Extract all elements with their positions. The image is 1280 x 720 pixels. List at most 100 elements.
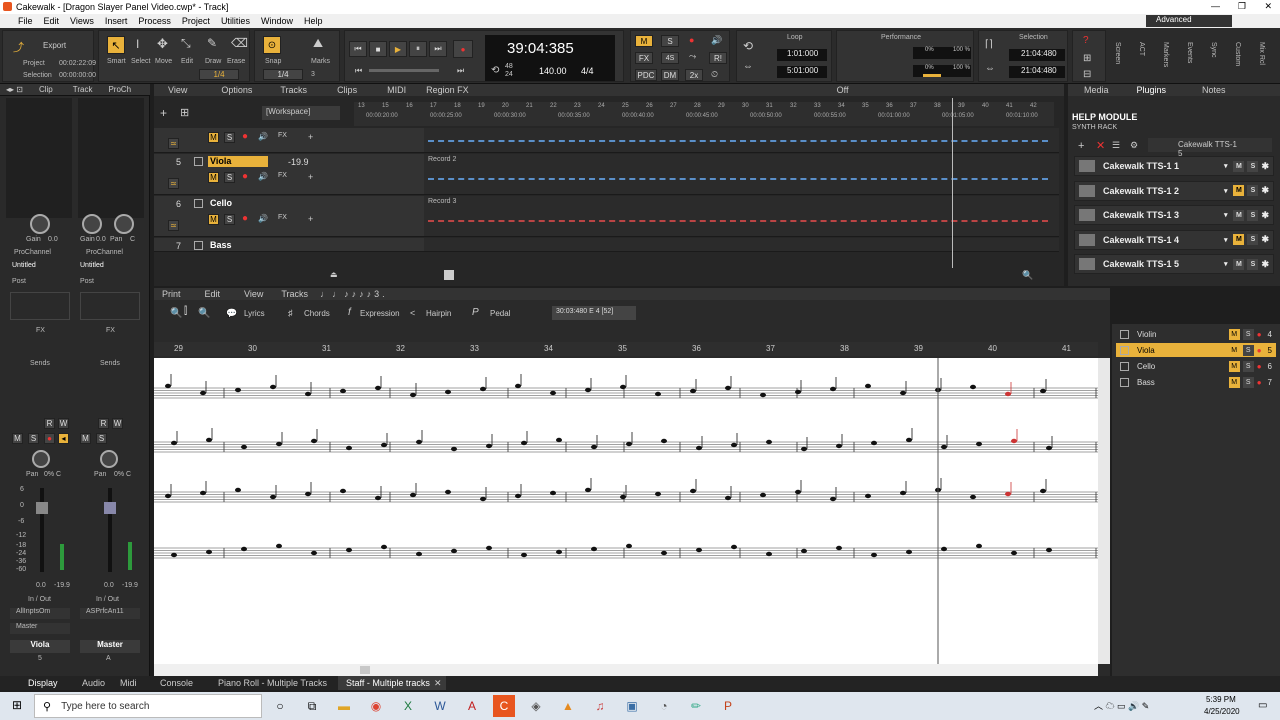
track-header[interactable]: 7 Bass [154,238,424,252]
synth-mute-button[interactable]: M [1233,185,1245,196]
minimize-button[interactable]: — [1211,1,1220,11]
read-auto-icon[interactable]: 4S [661,52,679,64]
fx-bypass-button[interactable]: FX [635,52,653,64]
delete-synth-icon[interactable]: ✕ [1096,139,1105,152]
clock-time[interactable]: 5:39 PM [1206,695,1236,704]
powerpoint-icon[interactable]: P [717,695,739,717]
staff-track-mute[interactable]: M [1228,328,1240,340]
note-duration-icons[interactable]: ♩♩♪♪♪♪3. [320,289,388,299]
clock-date[interactable]: 4/25/2020 [1204,707,1240,716]
davinci-icon[interactable]: ◈ [525,695,547,717]
side-tab-sync[interactable]: Sync [1210,42,1217,58]
chords-button[interactable]: Chords [304,309,330,318]
preset-left[interactable]: Untitled [12,262,36,269]
menu-window[interactable]: Window [261,16,293,26]
track-name[interactable]: Viola [208,156,268,167]
menu-project[interactable]: Project [182,16,210,26]
track-arm-icon[interactable]: ● [242,213,248,224]
track-automation-icon[interactable]: ≃ [168,178,179,189]
position-slider[interactable] [369,69,439,72]
synth-row[interactable]: Cakewalk TTS-1 3 ▾ M S ✱ [1074,205,1274,225]
synth-star-icon[interactable]: ✱ [1261,210,1269,221]
synth-mute-button[interactable]: M [1233,258,1245,270]
side-tab-events[interactable]: Events [1186,42,1193,63]
now-time[interactable]: 39:04:385 [507,40,574,57]
synth-dropdown-icon[interactable]: ▾ [1224,211,1228,219]
inspector-tab-track[interactable]: Track [73,85,93,94]
cakewalk-taskbar-icon[interactable]: C [493,695,515,717]
browser-tab-media[interactable]: Media [1084,85,1109,95]
input-select-right[interactable]: ASPrfcAn11 [80,608,140,619]
fader-left[interactable] [36,502,48,514]
sv-menu-view[interactable]: View [244,289,263,299]
tab-display[interactable]: Display [28,678,58,688]
tv-menu-clips[interactable]: Clips [337,85,357,95]
chrome-icon[interactable]: ◉ [365,695,387,717]
inspector-options-icon[interactable]: ◂▸ ⊡ [6,85,23,94]
synth-name[interactable]: Cakewalk TTS-1 3 [1103,210,1224,220]
view-tab-staff[interactable]: Staff - Multiple tracks [338,676,446,690]
zoom-out-icon[interactable]: 🔍 [198,308,210,319]
edit-tool-icon[interactable]: ⤡ [181,36,191,51]
track-mute-button[interactable]: M [208,132,219,143]
erase-tool-icon[interactable]: ⌫ [231,36,248,50]
side-tab-screen[interactable]: Screen [1114,42,1121,64]
view-tab-console[interactable]: Console [160,678,193,688]
strip-name-right[interactable]: Master [80,640,140,653]
staff-track-mute[interactable]: M [1228,344,1240,356]
staff-track-solo[interactable]: S [1242,328,1254,340]
start-icon[interactable]: ⊞ [12,698,22,712]
clock-app-icon[interactable]: ◔ [653,695,675,717]
tab-midi[interactable]: Midi [120,678,137,688]
staff-track-solo[interactable]: S [1242,376,1254,388]
staff-track-name[interactable]: Cello [1137,362,1229,371]
stop-icon[interactable]: ■ [369,41,387,57]
side-tab-act[interactable]: ACT [1138,42,1145,56]
excel-icon[interactable]: X [397,695,419,717]
synth-dropdown-icon[interactable]: ▾ [1224,260,1228,268]
synth-settings-icon[interactable]: ⚙ [1130,140,1138,151]
track-mute-button[interactable]: M [208,172,219,183]
track-volume[interactable]: -19.9 [288,157,309,167]
track-automation-icon[interactable]: ≃ [168,220,179,231]
track-echo-icon[interactable]: 🔊 [258,172,268,181]
staff-track-arm-icon[interactable]: ● [1257,362,1262,371]
lyrics-button[interactable]: Lyrics [244,309,265,318]
synth-solo-button[interactable]: S [1247,234,1259,245]
synth-star-icon[interactable]: ✱ [1261,161,1269,172]
track-mute-button[interactable]: M [208,214,219,225]
acrobat-icon[interactable]: A [461,695,483,717]
tv-h-scroll-thumb[interactable] [444,270,454,280]
synth-star-icon[interactable]: ✱ [1261,185,1269,196]
sv-menu-tracks[interactable]: Tracks [281,289,308,299]
staff-notation[interactable] [154,358,1098,664]
synth-dropdown-icon[interactable]: ▾ [1224,236,1228,244]
synth-select[interactable]: Cakewalk TTS-1 5 [1148,138,1272,158]
go-start-icon[interactable]: ⏮ [355,66,362,76]
fast-forward-icon[interactable]: ⏭ [429,41,447,57]
staff-track-arm-icon[interactable]: ● [1257,378,1262,387]
strip-name-left[interactable]: Viola [10,640,70,653]
staff-track-solo[interactable]: S [1242,344,1254,356]
input-echo-icon[interactable]: 🔊 [711,35,722,46]
inspector-tab-prochannel[interactable]: ProCh [108,85,131,94]
synth-dropdown-icon[interactable]: ▾ [1224,187,1228,195]
synth-solo-button[interactable]: S [1247,209,1259,221]
staff-track-mute[interactable]: M [1228,360,1240,372]
write-button-right[interactable]: W [112,418,123,429]
read-button-right[interactable]: R [98,418,109,429]
echo-button-left[interactable]: ◂ [58,433,69,444]
x2-button[interactable]: 2x [685,69,703,81]
snapshot-icon[interactable]: ⊞ [1083,53,1091,64]
staff-track-name[interactable]: Bass [1137,378,1229,387]
photos-icon[interactable]: ▣ [621,695,643,717]
loop-toggle-icon[interactable]: ⟲ [743,39,753,53]
loop-set-icon[interactable]: ⇔ [743,61,753,72]
fx-add-icon[interactable]: + [308,214,313,224]
move-tool-icon[interactable]: ✥ [157,36,168,52]
synth-name[interactable]: Cakewalk TTS-1 1 [1103,161,1224,171]
track-echo-icon[interactable]: 🔊 [258,214,268,223]
staff-track-row[interactable]: Bass M S ● 7 [1116,375,1276,389]
gain-knob[interactable] [30,214,50,234]
synth-solo-button[interactable]: S [1247,160,1259,172]
